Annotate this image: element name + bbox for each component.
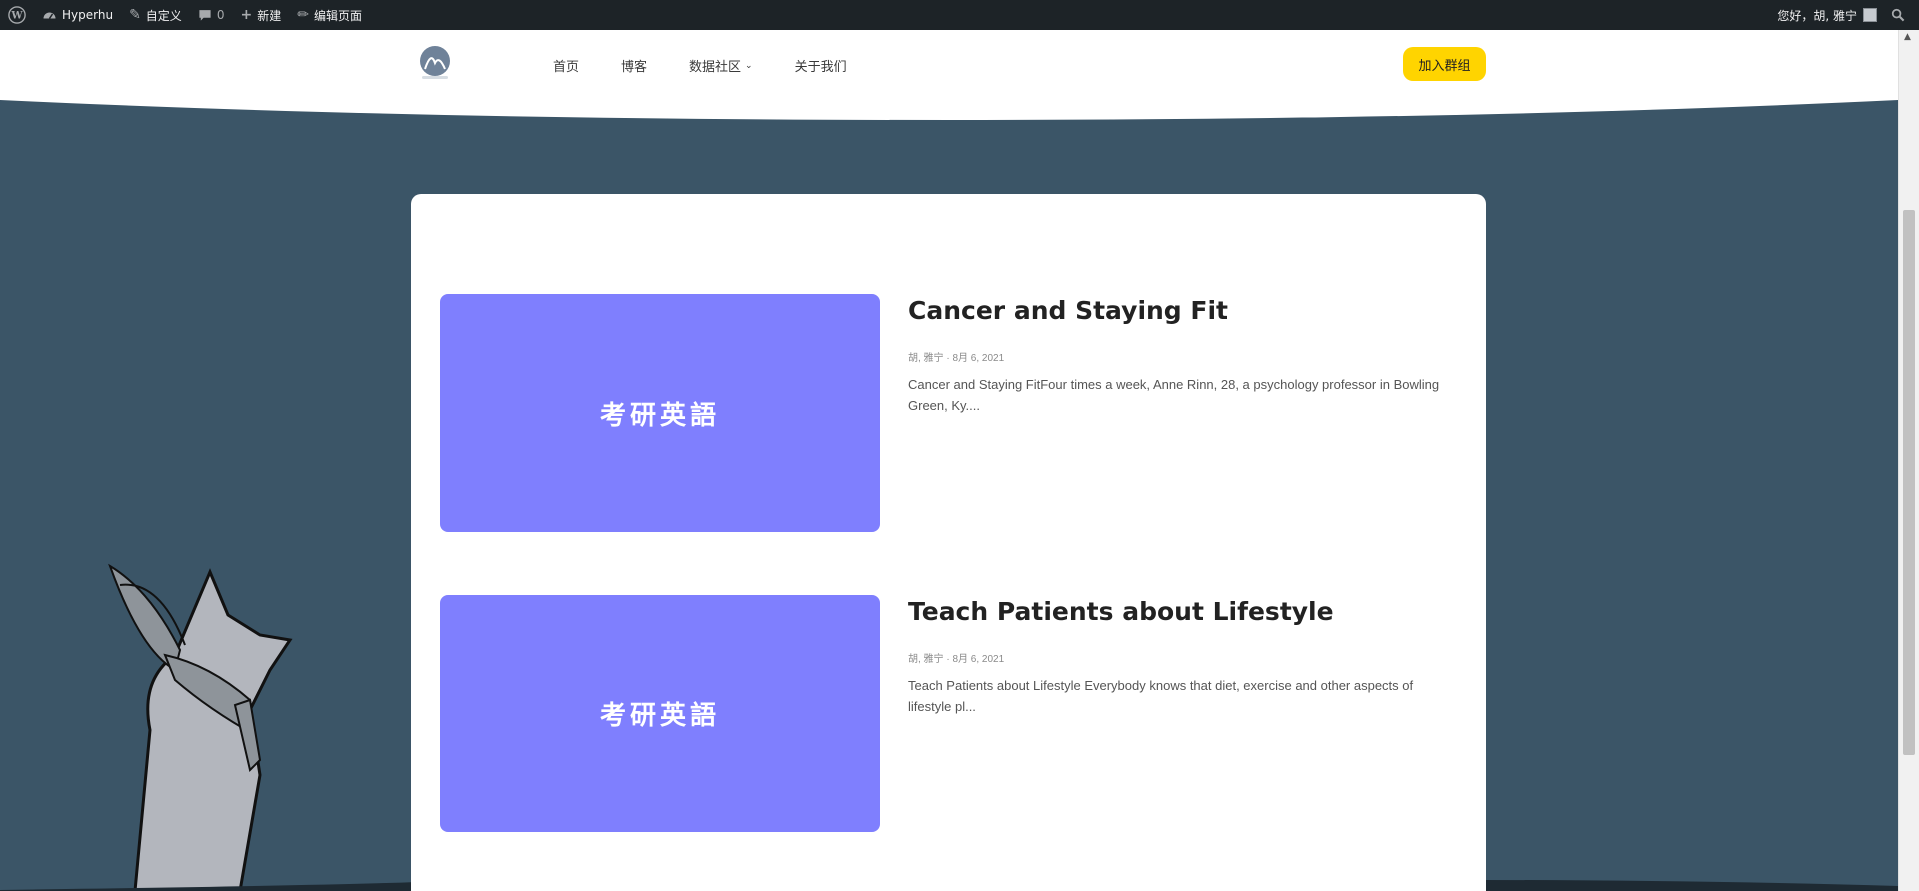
my-account-link[interactable]: 您好，胡, 雅宁 bbox=[1777, 0, 1877, 30]
post-item: 考研英語 Teach Patients about Lifestyle 胡, 雅… bbox=[440, 595, 1460, 835]
post-title[interactable]: Teach Patients about Lifestyle bbox=[908, 597, 1334, 626]
edit-page-link[interactable]: ✏ 编辑页面 bbox=[289, 0, 370, 30]
greeting: 您好，胡, 雅宁 bbox=[1777, 8, 1857, 23]
thumbnail-text: 考研英語 bbox=[599, 400, 720, 431]
nav-item-about[interactable]: 关于我们 bbox=[795, 56, 847, 75]
comments-link[interactable]: 0 bbox=[190, 0, 233, 30]
edit-page-label: 编辑页面 bbox=[313, 8, 362, 23]
pencil-icon: ✏ bbox=[297, 7, 309, 23]
wordpress-icon: W bbox=[8, 6, 26, 24]
comment-icon bbox=[199, 10, 211, 21]
cat-illustration bbox=[108, 563, 293, 891]
site-name-link[interactable]: Hyperhu bbox=[34, 0, 121, 30]
plus-icon: + bbox=[240, 7, 253, 23]
wordpress-menu[interactable]: W bbox=[0, 0, 34, 30]
brush-icon: ✎ bbox=[129, 7, 141, 23]
new-content-link[interactable]: + 新建 bbox=[232, 0, 289, 30]
comments-count: 0 bbox=[216, 8, 225, 22]
nav-item-label: 数据社区 bbox=[689, 58, 742, 74]
post-title[interactable]: Cancer and Staying Fit bbox=[908, 296, 1228, 325]
header-wave-divider bbox=[0, 96, 1898, 120]
nav-item-home[interactable]: 首页 bbox=[553, 56, 579, 75]
post-excerpt: Cancer and Staying FitFour times a week,… bbox=[908, 377, 1440, 413]
site-name: Hyperhu bbox=[62, 8, 114, 22]
customize-link[interactable]: ✎ 自定义 bbox=[121, 0, 190, 30]
thumbnail-text: 考研英語 bbox=[599, 701, 720, 731]
page-scrollbar[interactable]: ▲ bbox=[1898, 30, 1919, 891]
post-thumbnail[interactable]: 考研英語 bbox=[440, 595, 880, 832]
new-label: 新建 bbox=[257, 8, 282, 23]
post-item: 考研英語 Cancer and Staying Fit 胡, 雅宁 · 8月 6… bbox=[440, 294, 1460, 534]
search-icon bbox=[1891, 8, 1905, 22]
post-meta: 胡, 雅宁 · 8月 6, 2021 bbox=[908, 654, 1005, 665]
avatar bbox=[1863, 8, 1877, 22]
scroll-up-arrow-icon[interactable]: ▲ bbox=[1904, 32, 1911, 42]
customize-label: 自定义 bbox=[145, 8, 182, 23]
post-meta: 胡, 雅宁 · 8月 6, 2021 bbox=[908, 353, 1005, 364]
site-header: 首页 博客 数据社区 ⌄ 关于我们 加入群组 bbox=[0, 30, 1898, 100]
nav-item-blog[interactable]: 博客 bbox=[621, 56, 647, 75]
scrollbar-thumb[interactable] bbox=[1903, 210, 1915, 755]
admin-bar: W Hyperhu ✎ 自定义 0 + 新建 ✏ 编辑页面 您好，胡, 雅宁 bbox=[0, 0, 1919, 30]
site-logo[interactable] bbox=[417, 45, 453, 81]
chevron-down-icon: ⌄ bbox=[745, 59, 753, 70]
post-thumbnail[interactable]: 考研英語 bbox=[440, 294, 880, 532]
nav-item-data-community[interactable]: 数据社区 ⌄ bbox=[689, 56, 753, 75]
post-excerpt: Teach Patients about Lifestyle Everybody… bbox=[908, 678, 1414, 714]
join-group-button[interactable]: 加入群组 bbox=[1403, 47, 1486, 81]
search-toggle[interactable] bbox=[1887, 0, 1905, 30]
main-nav: 首页 博客 数据社区 ⌄ 关于我们 bbox=[553, 30, 889, 100]
svg-text:W: W bbox=[10, 11, 23, 22]
dashboard-icon bbox=[43, 12, 56, 19]
